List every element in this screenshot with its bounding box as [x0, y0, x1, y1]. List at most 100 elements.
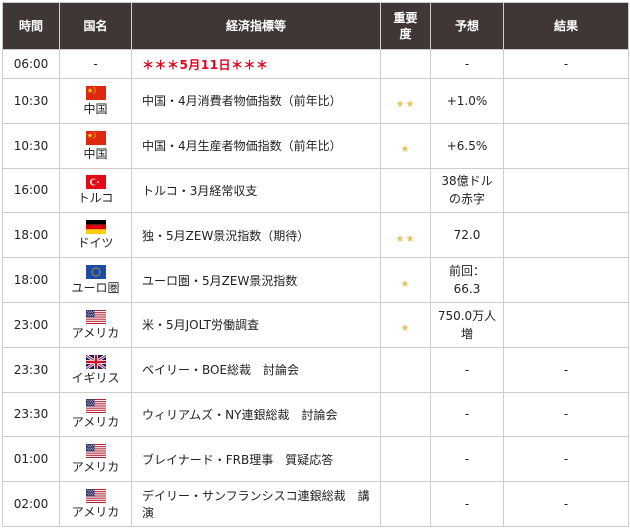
row-country-name: ドイツ: [77, 236, 114, 251]
row-indicator: ブレイナード・FRB理事 質疑応答: [131, 436, 381, 483]
row-country-name: 中国: [83, 146, 108, 161]
row-time: 16:00: [2, 167, 60, 214]
table-row: 18:00 ユーロ圏 ユーロ圏・5月ZEW景況指数 ★ 前回： 66.3: [2, 257, 629, 303]
table-row: 10:30 中国 中国・4月消費者物価指数（前年比） ★★ +1.0%: [2, 78, 629, 124]
header-indicator: 経済指標等: [131, 2, 381, 50]
row-indicator: 米・5月JOLT労働調査: [131, 301, 381, 348]
row-indicator: ベイリー・BOE総裁 討論会: [131, 346, 381, 393]
economic-calendar-table: 時間 国名 経済指標等 重要度 予想 結果 06:00 - ＊＊＊5月11日＊＊…: [2, 2, 629, 527]
row-country: ドイツ: [59, 212, 132, 259]
row-forecast-line2: 増: [460, 326, 473, 341]
china-flag-icon: [85, 85, 106, 100]
header-result: 結果: [503, 2, 629, 50]
row-country-name: トルコ: [77, 191, 114, 206]
row-forecast-line1: -: [464, 497, 470, 512]
importance-stars-icon: ★: [400, 144, 411, 156]
row-forecast-line1: +6.5%: [446, 138, 488, 153]
row-forecast: +6.5%: [430, 122, 504, 169]
row-time: 23:00: [2, 301, 60, 348]
header-forecast: 予想: [430, 2, 504, 50]
row-forecast-line1: 前回：: [448, 264, 485, 279]
usa-flag-icon: [85, 444, 106, 459]
row-indicator: トルコ・3月経常収支: [131, 167, 381, 214]
row-indicator: ウィリアムズ・NY連銀総裁 討論会: [131, 391, 381, 438]
row-country: アメリカ: [59, 481, 132, 527]
row-forecast-line1: -: [464, 407, 470, 422]
table-row: 23:00 アメリカ 米・5月JOLT労働調査 ★ 750.0万人増: [2, 301, 629, 348]
usa-flag-icon: [85, 399, 106, 414]
row-time: 23:30: [2, 346, 60, 393]
row-country: アメリカ: [59, 436, 132, 483]
china-flag-icon: [85, 130, 106, 145]
header-importance: 重要度: [380, 2, 431, 50]
row-result: [503, 167, 629, 214]
row-country: アメリカ: [59, 301, 132, 348]
table-row: 23:30 イギリス ベイリー・BOE総裁 討論会 - -: [2, 346, 629, 393]
row-country: アメリカ: [59, 391, 132, 438]
row-time: 23:30: [2, 391, 60, 438]
row-forecast-line1: 750.0万人: [437, 308, 497, 323]
row-country: イギリス: [59, 346, 132, 393]
row-country-name: 中国: [83, 101, 108, 116]
row-forecast-line1: 72.0: [453, 228, 481, 243]
row-forecast: -: [430, 346, 504, 393]
date-row-forecast: -: [430, 49, 504, 79]
table-header-row: 時間 国名 経済指標等 重要度 予想 結果: [2, 2, 629, 50]
table-row: 10:30 中国 中国・4月生産者物価指数（前年比） ★ +6.5%: [2, 122, 629, 169]
row-result: [503, 122, 629, 169]
header-time: 時間: [2, 2, 60, 50]
date-row-text: ＊＊＊5月11日＊＊＊: [131, 49, 381, 79]
row-time: 18:00: [2, 257, 60, 303]
row-country-name: ユーロ圏: [71, 281, 120, 296]
row-indicator: 中国・4月生産者物価指数（前年比）: [131, 122, 381, 169]
row-forecast-line1: -: [464, 362, 470, 377]
row-country-name: アメリカ: [71, 505, 120, 520]
importance-stars-icon: ★★: [395, 233, 416, 245]
row-result: -: [503, 346, 629, 393]
row-result: -: [503, 481, 629, 527]
table-row: 01:00 アメリカ ブレイナード・FRB理事 質疑応答 - -: [2, 436, 629, 483]
row-forecast: 72.0: [430, 212, 504, 259]
row-importance: [380, 481, 431, 527]
table-row: 02:00 アメリカ デイリー・サンフランシスコ連銀総裁 講演 - -: [2, 481, 629, 527]
row-country: 中国: [59, 78, 132, 124]
row-result: -: [503, 391, 629, 438]
table-row: 23:30 アメリカ ウィリアムズ・NY連銀総裁 討論会 - -: [2, 391, 629, 438]
row-result: [503, 212, 629, 259]
row-forecast-line1: 38億ドル: [441, 174, 493, 189]
importance-stars-icon: ★: [400, 323, 411, 335]
header-country: 国名: [59, 2, 132, 50]
row-forecast-line1: -: [464, 452, 470, 467]
row-result: [503, 257, 629, 303]
date-row-importance: [380, 49, 431, 79]
header-importance-line2: 度: [399, 27, 412, 41]
row-result: -: [503, 436, 629, 483]
row-forecast: -: [430, 436, 504, 483]
row-time: 10:30: [2, 78, 60, 124]
uk-flag-icon: [85, 354, 106, 369]
row-importance: ★★: [380, 212, 431, 259]
row-importance: ★: [380, 301, 431, 348]
row-forecast: 750.0万人増: [430, 301, 504, 348]
row-time: 01:00: [2, 436, 60, 483]
row-forecast: -: [430, 481, 504, 527]
row-country: 中国: [59, 122, 132, 169]
row-forecast-line1: +1.0%: [446, 93, 488, 108]
row-result: [503, 301, 629, 348]
row-forecast: 前回： 66.3: [430, 257, 504, 303]
date-row-time: 06:00: [2, 49, 60, 79]
row-country-name: アメリカ: [71, 325, 120, 340]
importance-stars-icon: ★: [400, 278, 411, 290]
row-forecast-line2: の赤字: [448, 192, 485, 207]
row-importance: [380, 346, 431, 393]
row-country-name: イギリス: [71, 370, 120, 385]
row-indicator: ユーロ圏・5月ZEW景況指数: [131, 257, 381, 303]
table-row: 18:00 ドイツ 独・5月ZEW景況指数（期待） ★★ 72.0: [2, 212, 629, 259]
row-country-name: アメリカ: [71, 415, 120, 430]
row-importance: ★: [380, 257, 431, 303]
row-indicator: 独・5月ZEW景況指数（期待）: [131, 212, 381, 259]
row-time: 02:00: [2, 481, 60, 527]
date-row: 06:00 - ＊＊＊5月11日＊＊＊ - -: [2, 49, 629, 79]
row-time: 10:30: [2, 122, 60, 169]
importance-stars-icon: ★★: [395, 99, 416, 111]
